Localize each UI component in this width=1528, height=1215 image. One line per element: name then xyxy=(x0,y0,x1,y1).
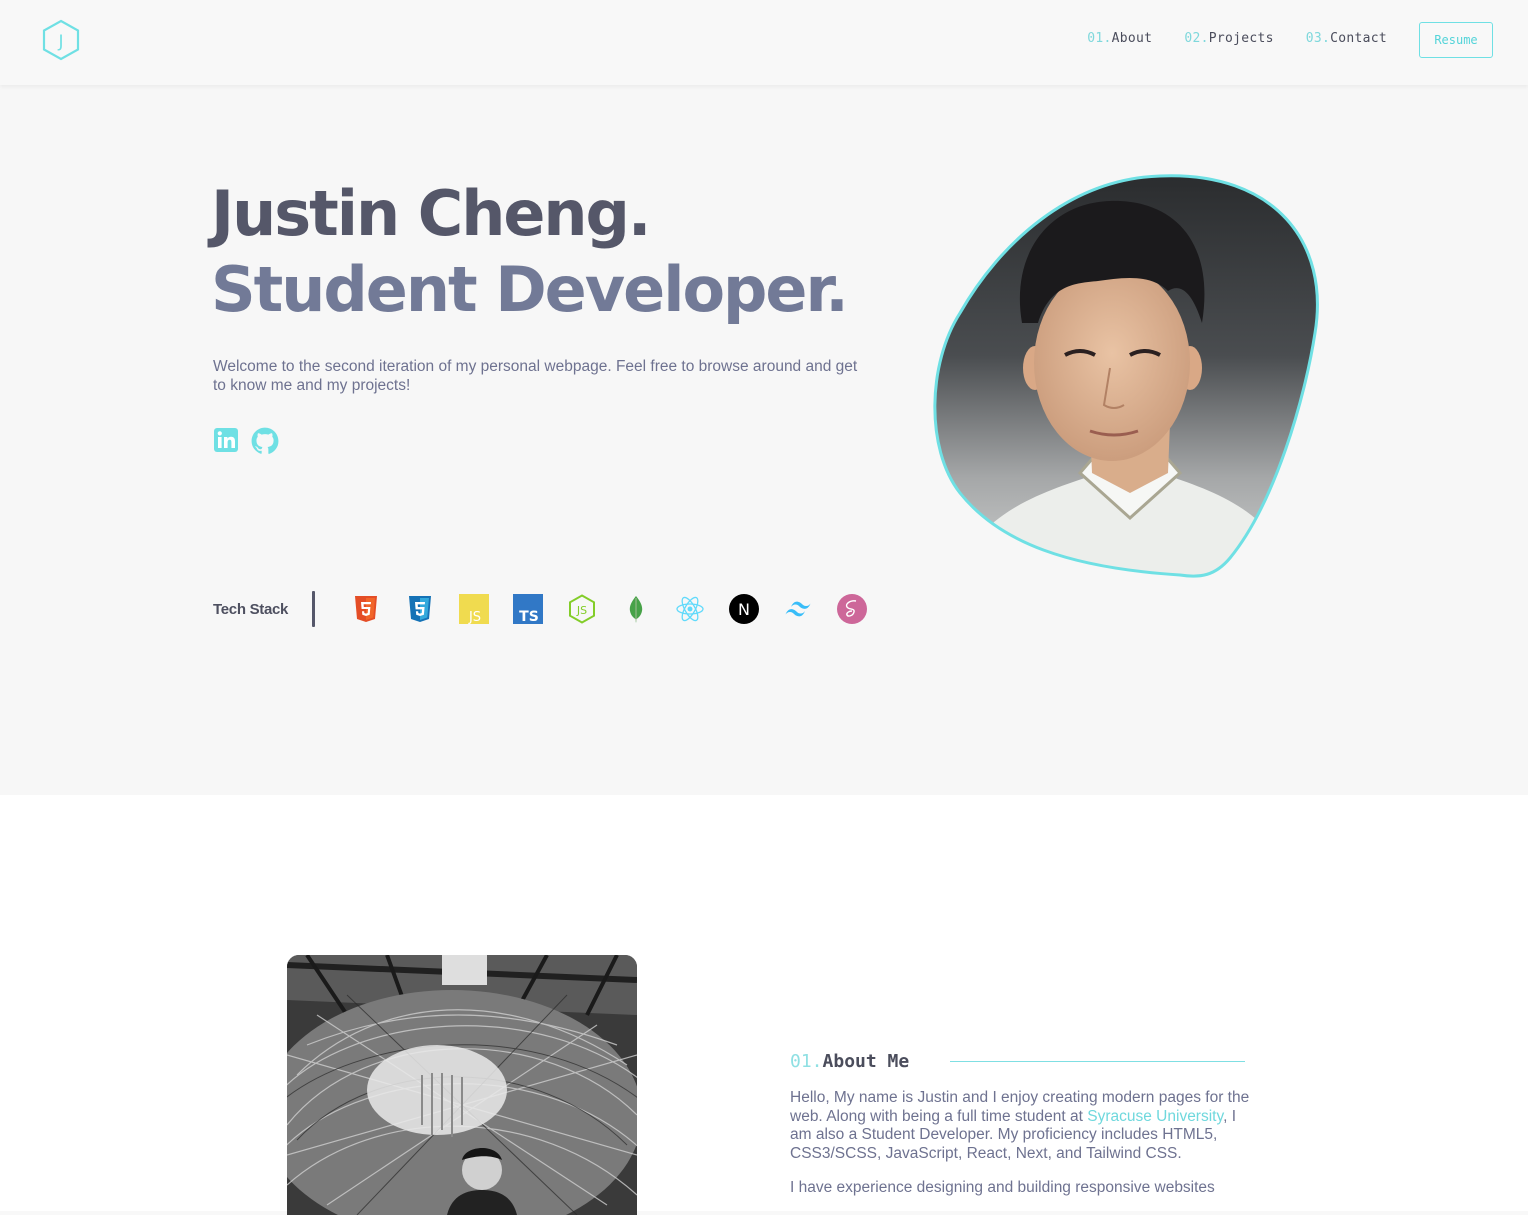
hero-section: Justin Cheng. Student Developer. Welcome… xyxy=(0,85,1528,795)
hero-name: Justin Cheng. xyxy=(211,177,651,250)
nav-link-label: Contact xyxy=(1330,31,1387,46)
nav-link-about[interactable]: 01.About xyxy=(1087,31,1152,46)
social-links xyxy=(213,427,279,460)
svg-text:N: N xyxy=(738,600,750,619)
about-heading: 01.About Me xyxy=(790,1051,909,1072)
logo-hexagon-icon[interactable]: J xyxy=(41,19,81,61)
about-heading-line xyxy=(950,1061,1245,1062)
typescript-icon: TS xyxy=(513,594,544,625)
tech-stack-label: Tech Stack xyxy=(213,600,289,618)
nav-link-label: About xyxy=(1111,31,1153,46)
css3-icon xyxy=(405,594,435,624)
top-navbar: J 01.About 02.Projects 03.Contact Resume xyxy=(0,0,1528,85)
nextjs-icon: N xyxy=(729,594,760,624)
tech-stack: Tech Stack JS TS JS N xyxy=(213,591,868,627)
about-text: Hello, My name is Justin and I enjoy cre… xyxy=(790,1089,1250,1214)
hero-title: Student Developer. xyxy=(211,253,849,326)
linkedin-icon[interactable] xyxy=(213,427,239,460)
about-heading-number: 01. xyxy=(790,1051,823,1072)
html5-icon xyxy=(351,594,381,624)
svg-text:JS: JS xyxy=(576,604,587,617)
about-section: 01.About Me Hello, My name is Justin and… xyxy=(0,795,1528,1215)
syracuse-university-link[interactable]: Syracuse University xyxy=(1087,1108,1223,1125)
portrait-photo xyxy=(930,173,1322,579)
sass-icon xyxy=(837,594,868,624)
resume-button[interactable]: Resume xyxy=(1419,22,1493,58)
nav-link-number: 01. xyxy=(1087,31,1112,46)
mongodb-icon xyxy=(621,594,651,624)
nav-link-label: Projects xyxy=(1208,31,1274,46)
nav-link-contact[interactable]: 03.Contact xyxy=(1306,31,1387,46)
nav-link-number: 02. xyxy=(1184,31,1209,46)
about-photo xyxy=(287,955,637,1215)
tailwindcss-icon xyxy=(783,594,813,624)
nodejs-icon: JS xyxy=(567,594,597,624)
tech-stack-icons: JS TS JS N xyxy=(351,594,868,625)
svg-text:TS: TS xyxy=(519,609,539,624)
javascript-icon: JS xyxy=(459,594,490,625)
about-paragraph-2: I have experience designing and building… xyxy=(790,1179,1215,1196)
tech-stack-divider xyxy=(312,591,316,627)
about-paragraph-1: Hello, My name is Justin and I enjoy cre… xyxy=(790,1089,1250,1163)
about-heading-text: About Me xyxy=(822,1051,910,1072)
logo-letter: J xyxy=(57,32,63,52)
nav-links: 01.About 02.Projects 03.Contact xyxy=(1087,31,1387,46)
svg-text:JS: JS xyxy=(468,610,481,624)
github-icon[interactable] xyxy=(251,427,279,460)
nav-link-projects[interactable]: 02.Projects xyxy=(1184,31,1273,46)
nav-link-number: 03. xyxy=(1305,31,1331,46)
hero-intro-text: Welcome to the second iteration of my pe… xyxy=(213,358,858,394)
react-icon xyxy=(675,594,705,624)
